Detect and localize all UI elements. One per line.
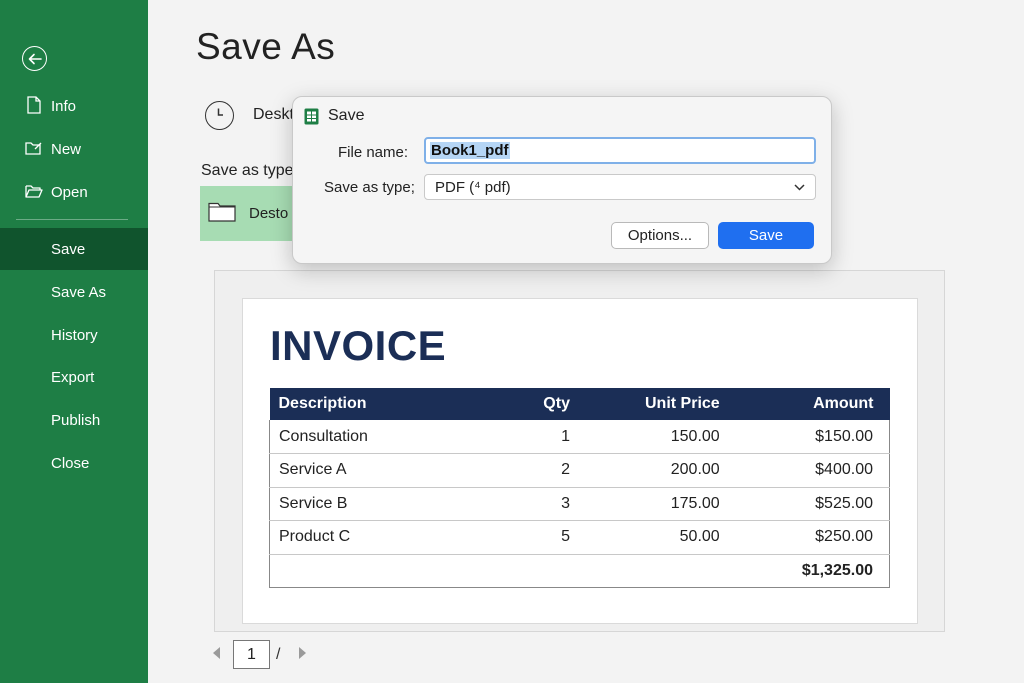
nav-item-label: Info <box>51 97 77 115</box>
nav-item-label: New <box>51 140 82 158</box>
column-header: Description <box>269 388 470 420</box>
dialog-title: Save <box>328 107 365 124</box>
next-page-icon[interactable] <box>299 647 306 659</box>
save-as-type-value: PDF (⁴ pdf) <box>435 178 511 196</box>
column-header: Amount <box>728 388 890 420</box>
document-icon <box>25 96 43 114</box>
save-button[interactable]: Save <box>718 222 814 249</box>
table-row: Service A 2 200.00 $400.00 <box>269 453 890 488</box>
nav-item-label: Save As <box>51 283 107 301</box>
cell-description: Service B <box>269 487 470 521</box>
save-as-type-heading: Save as type <box>201 162 294 179</box>
file-name-input[interactable]: Book1_pdf <box>424 137 816 164</box>
cell-amount: $525.00 <box>728 487 890 521</box>
total-row: $1,325.00 <box>269 554 890 588</box>
table-row: Product C 5 50.00 $250.00 <box>269 520 890 555</box>
cell-amount: $400.00 <box>728 453 890 488</box>
nav-item-label: Save <box>51 240 86 258</box>
chevron-down-icon <box>794 183 805 191</box>
arrow-left-icon <box>28 53 42 64</box>
nav-item-new[interactable]: New <box>0 128 148 170</box>
recent-location-label[interactable]: Deskt <box>253 106 294 124</box>
save-as-type-select[interactable]: PDF (⁴ pdf) <box>424 174 816 200</box>
page-title: Save As <box>196 26 336 67</box>
nav-item-close[interactable]: Close <box>0 442 148 484</box>
back-button[interactable] <box>22 46 47 71</box>
nav-item-info[interactable]: Info <box>0 85 148 127</box>
file-name-value: Book1_pdf <box>430 142 510 159</box>
total-spacer <box>269 554 470 588</box>
table-row: Consultation 1 150.00 $150.00 <box>269 420 890 454</box>
sidebar-divider <box>16 219 128 220</box>
cell-qty: 2 <box>469 453 579 488</box>
nav-item-label: Close <box>51 454 90 472</box>
backstage-sidebar: Info New Open Save Save As History Expor… <box>0 0 148 683</box>
cell-qty: 3 <box>469 487 579 521</box>
cell-amount: $150.00 <box>728 420 890 454</box>
invoice-title: INVOICE <box>270 322 447 369</box>
folder-location-item[interactable]: Desto <box>200 186 300 241</box>
total-spacer <box>469 554 579 588</box>
nav-item-label: History <box>51 326 98 344</box>
column-header: Qty <box>469 388 579 420</box>
page-number-input[interactable]: 1 <box>233 640 270 669</box>
cell-qty: 1 <box>469 420 579 454</box>
new-file-icon <box>25 139 43 157</box>
total-spacer <box>578 554 729 588</box>
save-dialog: Save File name: Book1_pdf Save as type; … <box>292 96 832 264</box>
cell-description: Service A <box>269 453 470 488</box>
cell-unit-price: 175.00 <box>578 487 729 521</box>
cell-unit-price: 200.00 <box>578 453 729 488</box>
cell-unit-price: 150.00 <box>578 420 729 454</box>
cell-qty: 5 <box>469 520 579 555</box>
nav-item-save[interactable]: Save <box>0 228 148 270</box>
folder-icon <box>208 202 236 222</box>
cell-description: Consultation <box>269 420 470 454</box>
folder-location-label: Desto <box>249 205 289 222</box>
nav-item-history[interactable]: History <box>0 314 148 356</box>
excel-file-icon <box>304 108 319 125</box>
file-name-label: File name: <box>338 144 409 161</box>
cell-description: Product C <box>269 520 470 555</box>
nav-item-label: Export <box>51 368 95 386</box>
column-header: Unit Price <box>578 388 729 420</box>
options-button[interactable]: Options... <box>611 222 709 249</box>
nav-item-save-as[interactable]: Save As <box>0 271 148 313</box>
nav-item-label: Open <box>51 183 88 201</box>
invoice-table: Description Qty Unit Price Amount Consul… <box>269 388 890 588</box>
table-header-row: Description Qty Unit Price Amount <box>269 388 890 420</box>
nav-item-export[interactable]: Export <box>0 356 148 398</box>
cell-unit-price: 50.00 <box>578 520 729 555</box>
nav-item-label: Publish <box>51 411 101 429</box>
page-separator: / <box>276 646 281 663</box>
clock-icon[interactable] <box>205 101 234 130</box>
nav-item-open[interactable]: Open <box>0 171 148 213</box>
folder-open-icon <box>25 182 43 200</box>
cell-amount: $250.00 <box>728 520 890 555</box>
nav-item-publish[interactable]: Publish <box>0 399 148 441</box>
save-as-type-label: Save as type; <box>324 179 415 196</box>
previous-page-icon[interactable] <box>213 647 220 659</box>
total-amount: $1,325.00 <box>728 554 890 588</box>
table-row: Service B 3 175.00 $525.00 <box>269 487 890 521</box>
